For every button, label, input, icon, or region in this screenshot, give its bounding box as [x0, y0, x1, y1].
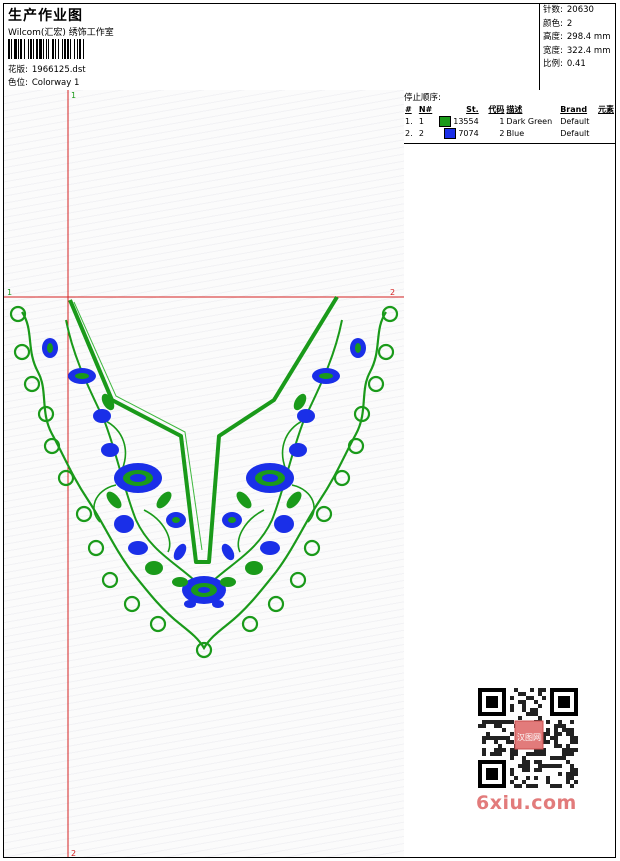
v-neckline-outline [68, 295, 339, 564]
svg-text:汉图网: 汉图网 [517, 733, 541, 742]
sheet-header: 生产作业图 Wilcom(汇宏) 绣饰工作室 花版: 1966125.dst 色位… [4, 4, 615, 91]
right-floral-motif [213, 319, 366, 581]
barcode [8, 39, 143, 59]
guide-label-v-bottom: 2 [71, 849, 76, 857]
stat-scale: 比例: 0.41 [543, 59, 586, 69]
design-file-row: 花版: 1966125.dst [8, 63, 86, 75]
guide-label-v-top: 1 [71, 91, 76, 100]
sheet-title: 生产作业图 [8, 8, 83, 24]
stat-width: 宽度: 322.4 mm [543, 45, 611, 56]
stop-sequence-caption: 停止顺序: [404, 93, 441, 103]
scallop-loops [9, 305, 399, 659]
table-row: 1. 1 13554 1 Dark Green Default [405, 115, 590, 127]
embroidery-preview: 1 2 1 2 [4, 90, 404, 858]
production-sheet: 生产作业图 Wilcom(汇宏) 绣饰工作室 花版: 1966125.dst 色位… [3, 3, 616, 858]
stat-height: 高度: 298.4 mm [543, 32, 611, 42]
stat-stitches: 针数: 20630 [543, 5, 594, 15]
bottom-center-flower [172, 576, 236, 608]
colorway-label: 色位: [8, 78, 28, 88]
design-file-label: 花版: [8, 65, 28, 75]
left-floral-motif [42, 319, 195, 581]
watermark-text: 6xiu.com [476, 792, 577, 814]
design-file-value: 1966125.dst [31, 65, 86, 75]
stop-sequence-table: # N# St. 代码 描述 Brand 元素 1. 1 13554 1 Dar… [404, 103, 615, 139]
table-header-row: # N# St. 代码 描述 Brand 元素 [405, 104, 614, 114]
stat-colors: 颜色: 2 [543, 18, 573, 29]
colorway-row: 色位: Colorway 1 [8, 76, 79, 88]
table-row: 2. 2 7074 2 Blue Default [405, 127, 590, 139]
colorway-value: Colorway 1 [31, 78, 80, 88]
neckline-embroidery [9, 295, 399, 659]
seal-icon: 汉图网 [514, 720, 544, 750]
design-canvas: 1 2 1 2 [4, 90, 405, 858]
guide-label-h-right: 2 [390, 288, 395, 297]
stats-panel: 针数: 20630 颜色: 2 高度: 298.4 mm 宽度: 322.4 mm 比例… [539, 4, 616, 90]
table-divider [404, 143, 615, 144]
studio-name: Wilcom(汇宏) 绣饰工作室 [8, 28, 114, 38]
color-swatch [438, 115, 451, 127]
color-swatch [443, 127, 456, 139]
guide-label-h-left: 1 [7, 288, 12, 297]
